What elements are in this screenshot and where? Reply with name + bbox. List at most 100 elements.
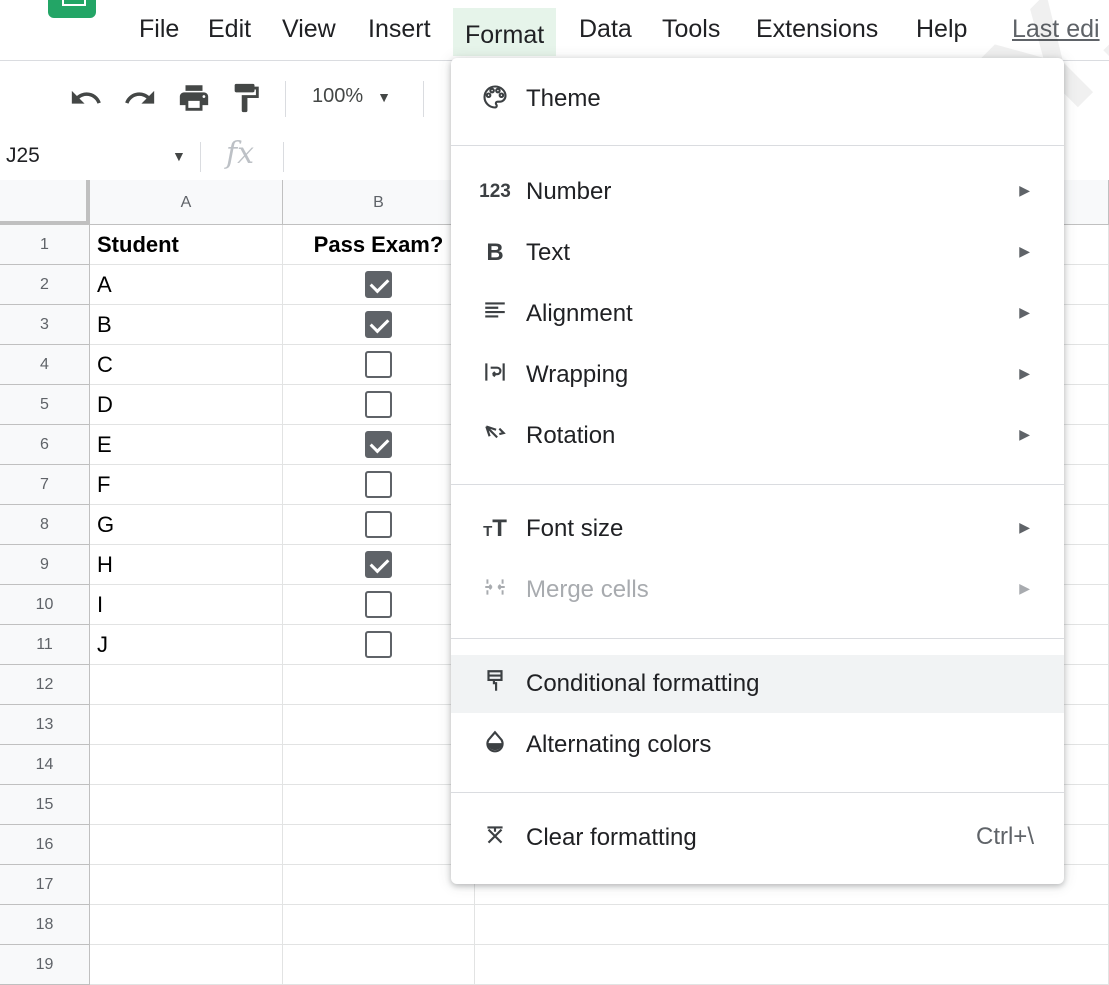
cell-a[interactable] [90, 825, 283, 865]
menu-view[interactable]: View [282, 14, 336, 44]
cell-b[interactable] [283, 705, 475, 745]
select-all-corner[interactable] [0, 180, 90, 225]
print-icon[interactable] [176, 81, 212, 115]
cell-empty[interactable] [475, 905, 1109, 945]
cell-b[interactable] [283, 745, 475, 785]
cell-a[interactable]: Student [90, 225, 283, 265]
checkbox-checked[interactable] [365, 310, 392, 338]
row-header[interactable]: 11 [0, 625, 90, 665]
checkbox-checked[interactable] [365, 430, 392, 458]
menu-item-wrapping[interactable]: Wrapping ▶ [451, 346, 1064, 404]
cell-a[interactable] [90, 705, 283, 745]
menu-item-text[interactable]: B Text ▶ [451, 224, 1064, 282]
cell-empty[interactable] [475, 945, 1109, 985]
chevron-down-icon[interactable]: ▼ [172, 148, 186, 164]
menu-item-alternating-colors[interactable]: Alternating colors [451, 716, 1064, 774]
menu-item-rotation[interactable]: Rotation ▶ [451, 407, 1064, 465]
cell-b[interactable]: Pass Exam? [283, 225, 475, 265]
cell-b[interactable] [283, 305, 475, 345]
row-header[interactable]: 9 [0, 545, 90, 585]
cell-a[interactable]: C [90, 345, 283, 385]
checkbox-unchecked[interactable] [365, 470, 392, 498]
paint-format-icon[interactable] [228, 81, 264, 115]
row-header[interactable]: 15 [0, 785, 90, 825]
sheets-logo-icon[interactable] [48, 0, 96, 18]
checkbox-unchecked[interactable] [365, 590, 392, 618]
row-header[interactable]: 18 [0, 905, 90, 945]
cell-a[interactable]: E [90, 425, 283, 465]
cell-b[interactable] [283, 785, 475, 825]
cell-a[interactable]: A [90, 265, 283, 305]
cell-a[interactable] [90, 745, 283, 785]
row-header[interactable]: 4 [0, 345, 90, 385]
row-header[interactable]: 14 [0, 745, 90, 785]
cell-a[interactable] [90, 665, 283, 705]
row-header[interactable]: 12 [0, 665, 90, 705]
menu-insert[interactable]: Insert [368, 14, 431, 44]
row-header[interactable]: 13 [0, 705, 90, 745]
row-header[interactable]: 10 [0, 585, 90, 625]
cell-a[interactable]: H [90, 545, 283, 585]
menu-file[interactable]: File [139, 14, 179, 44]
row-header[interactable]: 16 [0, 825, 90, 865]
cell-a[interactable] [90, 865, 283, 905]
cell-a[interactable]: F [90, 465, 283, 505]
menu-extensions[interactable]: Extensions [756, 14, 878, 44]
row-header[interactable]: 7 [0, 465, 90, 505]
cell-b[interactable] [283, 585, 475, 625]
cell-b[interactable] [283, 465, 475, 505]
cell-b[interactable] [283, 425, 475, 465]
cell-b[interactable] [283, 625, 475, 665]
row-header[interactable]: 8 [0, 505, 90, 545]
redo-icon[interactable] [122, 81, 158, 115]
cell-b[interactable] [283, 345, 475, 385]
cell-b[interactable] [283, 945, 475, 985]
row-header[interactable]: 17 [0, 865, 90, 905]
row-header[interactable]: 6 [0, 425, 90, 465]
menu-item-alignment[interactable]: Alignment ▶ [451, 285, 1064, 343]
menu-format[interactable]: Format [453, 8, 557, 56]
cell-b[interactable] [283, 265, 475, 305]
cell-b[interactable] [283, 505, 475, 545]
row-header[interactable]: 2 [0, 265, 90, 305]
checkbox-unchecked[interactable] [365, 510, 392, 538]
zoom-select[interactable]: 100% ▼ [312, 85, 391, 108]
menu-item-number[interactable]: 123 Number ▶ [451, 163, 1064, 221]
cell-b[interactable] [283, 865, 475, 905]
cell-a[interactable]: D [90, 385, 283, 425]
row-header[interactable]: 19 [0, 945, 90, 985]
checkbox-checked[interactable] [365, 270, 392, 298]
row-header[interactable]: 3 [0, 305, 90, 345]
menu-tools[interactable]: Tools [662, 14, 720, 44]
menu-item-font-size[interactable]: TT Font size ▶ [451, 500, 1064, 558]
name-box[interactable]: J25 [6, 144, 40, 168]
cell-a[interactable]: J [90, 625, 283, 665]
last-edit-link[interactable]: Last edi [1012, 14, 1100, 44]
menu-item-clear-formatting[interactable]: Clear formatting Ctrl+\ [451, 809, 1064, 867]
cell-a[interactable] [90, 905, 283, 945]
cell-b[interactable] [283, 385, 475, 425]
column-header-b[interactable]: B [283, 180, 475, 225]
cell-a[interactable]: I [90, 585, 283, 625]
checkbox-unchecked[interactable] [365, 630, 392, 658]
menu-help[interactable]: Help [916, 14, 967, 44]
row-header[interactable]: 1 [0, 225, 90, 265]
cell-b[interactable] [283, 545, 475, 585]
cell-b[interactable] [283, 665, 475, 705]
menu-item-conditional-formatting[interactable]: Conditional formatting [451, 655, 1064, 713]
cell-b[interactable] [283, 905, 475, 945]
menu-edit[interactable]: Edit [208, 14, 251, 44]
cell-b[interactable] [283, 825, 475, 865]
menu-item-theme[interactable]: Theme [451, 70, 1064, 128]
cell-a[interactable]: B [90, 305, 283, 345]
checkbox-unchecked[interactable] [365, 350, 392, 378]
row-header[interactable]: 5 [0, 385, 90, 425]
column-header-a[interactable]: A [90, 180, 283, 225]
menu-item-merge-cells[interactable]: Merge cells ▶ [451, 561, 1064, 619]
cell-a[interactable]: G [90, 505, 283, 545]
undo-icon[interactable] [68, 81, 104, 115]
checkbox-checked[interactable] [365, 550, 392, 578]
menu-data[interactable]: Data [579, 14, 632, 44]
checkbox-unchecked[interactable] [365, 390, 392, 418]
cell-a[interactable] [90, 785, 283, 825]
